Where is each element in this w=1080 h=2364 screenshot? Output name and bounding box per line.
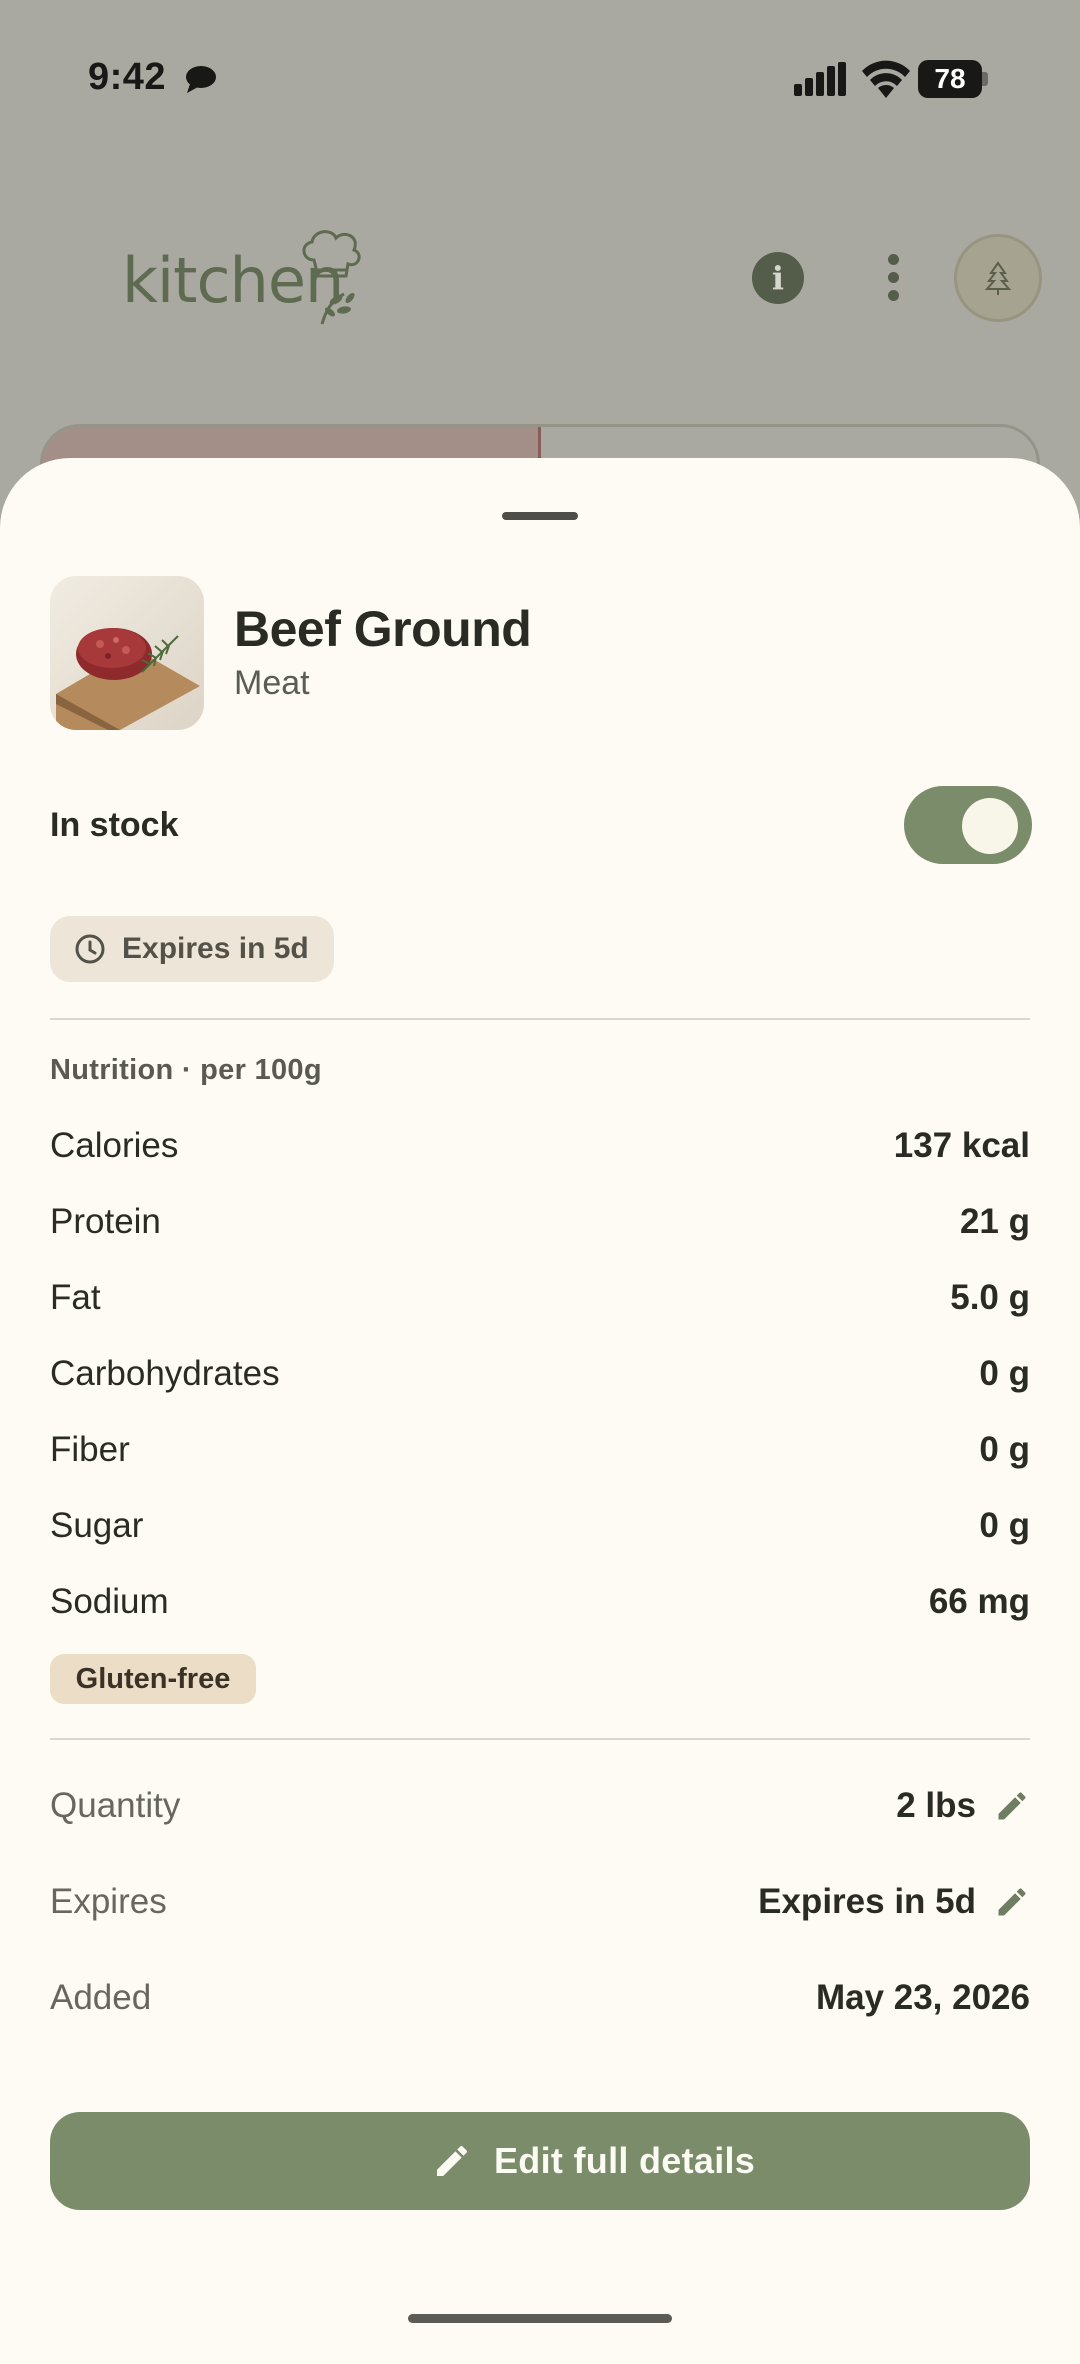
divider bbox=[50, 1738, 1030, 1740]
signal-icon bbox=[794, 62, 846, 96]
home-indicator[interactable] bbox=[408, 2314, 672, 2323]
quantity-label: Quantity bbox=[50, 1786, 181, 1825]
chef-hat-icon bbox=[302, 230, 361, 325]
product-image bbox=[50, 576, 204, 730]
chat-bubble-icon bbox=[186, 66, 216, 93]
product-category: Meat bbox=[234, 664, 310, 702]
nutrition-row: Fiber 0 g bbox=[50, 1420, 1030, 1496]
nutrition-label: Fiber bbox=[50, 1430, 130, 1469]
nutrition-row: Carbohydrates 0 g bbox=[50, 1344, 1030, 1420]
pencil-icon[interactable] bbox=[994, 1788, 1030, 1824]
divider bbox=[50, 1018, 1030, 1020]
nutrition-value: 0 g bbox=[979, 1430, 1030, 1469]
added-row: Added May 23, 2026 bbox=[50, 1960, 1030, 2056]
edit-full-details-label: Edit full details bbox=[494, 2140, 756, 2181]
nutrition-label: Protein bbox=[50, 1202, 161, 1241]
added-label: Added bbox=[50, 1978, 152, 2017]
quantity-row[interactable]: Quantity 2 lbs bbox=[50, 1768, 1030, 1864]
nutrition-value: 21 g bbox=[959, 1202, 1030, 1241]
avatar-tree-icon bbox=[984, 261, 1012, 295]
status-bar: 9:42 78 bbox=[0, 0, 1080, 160]
in-stock-label: In stock bbox=[50, 806, 179, 844]
nutrition-label: Calories bbox=[50, 1126, 179, 1165]
avatar[interactable] bbox=[954, 234, 1042, 322]
quantity-value: 2 lbs bbox=[896, 1786, 976, 1825]
pencil-icon[interactable] bbox=[994, 1884, 1030, 1920]
item-detail-sheet: Beef Ground Meat In stock Expires in 5d … bbox=[0, 458, 1080, 2364]
battery-level: 78 bbox=[934, 63, 966, 94]
expires-chip: Expires in 5d bbox=[50, 916, 334, 982]
gluten-free-tag: Gluten-free bbox=[50, 1654, 256, 1704]
nutrition-label: Sugar bbox=[50, 1506, 144, 1545]
nutrition-row: Calories 137 kcal bbox=[50, 1116, 1030, 1192]
item-details: Quantity 2 lbs Expires Expires in 5d Add… bbox=[50, 1768, 1030, 2056]
expires-value: Expires in 5d bbox=[758, 1882, 976, 1921]
nutrition-value: 0 g bbox=[979, 1506, 1030, 1545]
added-value: May 23, 2026 bbox=[815, 1978, 1030, 2017]
nutrition-label: Carbohydrates bbox=[50, 1354, 280, 1393]
app-logo: kitchen bbox=[120, 220, 370, 330]
nutrition-row: Sugar 0 g bbox=[50, 1496, 1030, 1572]
wifi-icon bbox=[862, 60, 910, 98]
in-stock-toggle[interactable] bbox=[904, 786, 1032, 864]
drag-handle[interactable] bbox=[502, 512, 578, 520]
nutrition-list: Calories 137 kcal Protein 21 g Fat 5.0 g… bbox=[50, 1116, 1030, 1648]
expires-chip-label: Expires in 5d bbox=[122, 932, 309, 965]
clock-icon bbox=[75, 934, 105, 964]
toggle-knob bbox=[962, 798, 1018, 854]
nutrition-value: 66 mg bbox=[928, 1582, 1030, 1621]
expires-row[interactable]: Expires Expires in 5d bbox=[50, 1864, 1030, 1960]
nutrition-value: 137 kcal bbox=[893, 1126, 1030, 1165]
info-icon[interactable]: i bbox=[752, 252, 804, 304]
nutrition-value: 0 g bbox=[979, 1354, 1030, 1393]
nutrition-row: Protein 21 g bbox=[50, 1192, 1030, 1268]
battery-icon: 78 bbox=[918, 60, 990, 98]
nutrition-row: Sodium 66 mg bbox=[50, 1572, 1030, 1648]
nutrition-label: Fat bbox=[50, 1278, 101, 1317]
pencil-icon bbox=[437, 2145, 468, 2176]
nutrition-label: Sodium bbox=[50, 1582, 169, 1621]
status-time: 9:42 bbox=[88, 56, 167, 98]
product-name: Beef Ground bbox=[234, 601, 532, 657]
more-vert-icon[interactable] bbox=[874, 248, 914, 308]
expires-label: Expires bbox=[50, 1882, 167, 1921]
nutrition-title: Nutrition · per 100g bbox=[50, 1054, 322, 1086]
nutrition-value: 5.0 g bbox=[950, 1278, 1030, 1317]
nutrition-row: Fat 5.0 g bbox=[50, 1268, 1030, 1344]
edit-full-details-button[interactable]: Edit full details bbox=[50, 2112, 1030, 2210]
